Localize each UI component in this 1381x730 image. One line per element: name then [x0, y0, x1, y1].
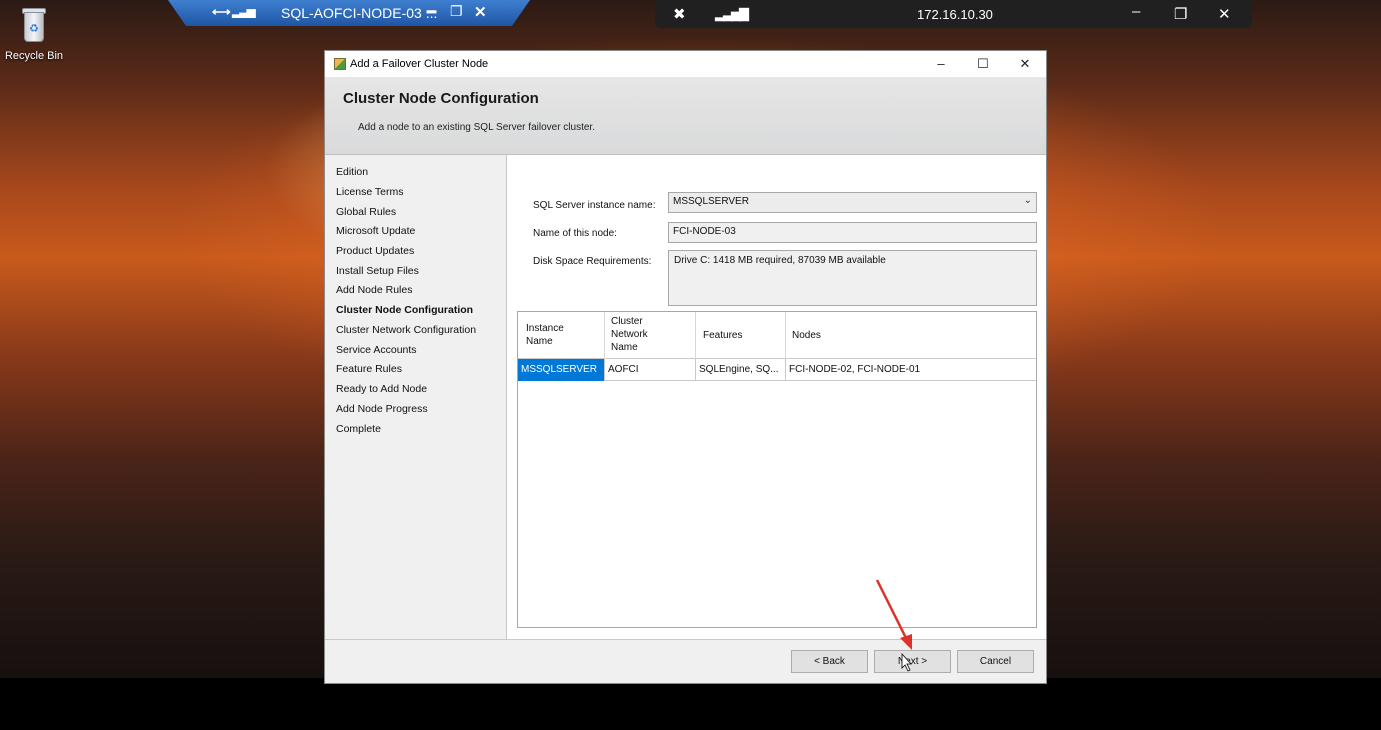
annotation-arrow	[875, 579, 912, 672]
